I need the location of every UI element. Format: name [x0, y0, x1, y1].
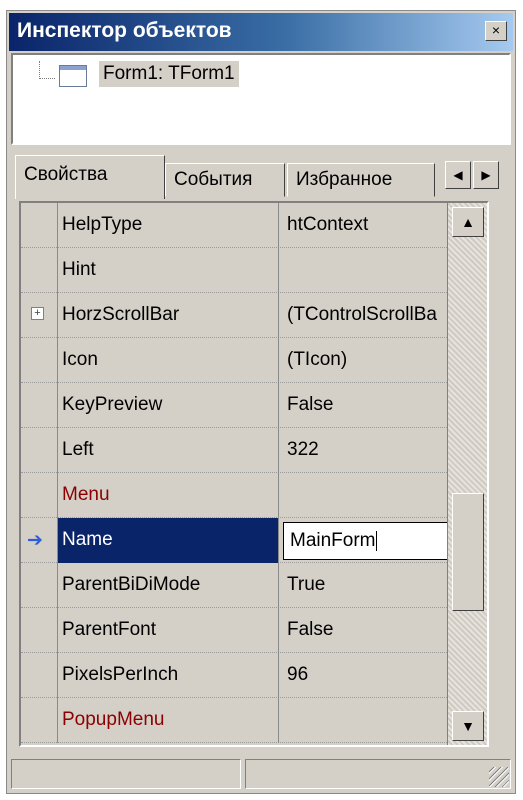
- scrollbar-thumb[interactable]: [452, 493, 484, 611]
- property-value[interactable]: [279, 473, 475, 518]
- expand-icon[interactable]: +: [31, 307, 44, 320]
- property-value[interactable]: True: [279, 563, 475, 608]
- property-value[interactable]: [279, 698, 475, 743]
- property-value-editor[interactable]: MainForm: [283, 522, 469, 560]
- property-name[interactable]: KeyPreview: [57, 383, 279, 428]
- property-value[interactable]: htContext: [279, 203, 475, 248]
- text-caret: [375, 530, 377, 551]
- object-inspector-window: Инспектор объектов × Form1: TForm1 Свойс…: [6, 10, 516, 794]
- tab-properties[interactable]: Свойства: [15, 155, 165, 199]
- component-tree[interactable]: Form1: TForm1: [11, 53, 511, 145]
- property-name[interactable]: Hint: [57, 248, 279, 293]
- tab-events[interactable]: События: [165, 163, 285, 197]
- vertical-scrollbar[interactable]: ▲ ▼: [447, 203, 487, 745]
- property-value[interactable]: [279, 248, 475, 293]
- scroll-down-button[interactable]: ▼: [452, 711, 484, 741]
- property-name[interactable]: Left: [57, 428, 279, 473]
- property-row-parentfont[interactable]: ParentFont False: [21, 608, 487, 653]
- property-value[interactable]: False: [279, 608, 475, 653]
- arrow-down-icon: ▼: [461, 718, 475, 734]
- property-row-menu[interactable]: Menu: [21, 473, 487, 518]
- property-row-icon[interactable]: Icon (TIcon): [21, 338, 487, 383]
- arrow-right-icon: ▶: [481, 168, 491, 182]
- property-name[interactable]: HorzScrollBar: [57, 293, 279, 338]
- property-value[interactable]: (TControlScrollBa: [279, 293, 475, 338]
- arrow-left-icon: ◀: [453, 168, 463, 182]
- property-name[interactable]: PopupMenu: [57, 698, 279, 743]
- status-pane-left: [11, 759, 241, 789]
- property-row-hint[interactable]: Hint: [21, 248, 487, 293]
- property-value[interactable]: 322: [279, 428, 475, 473]
- close-icon: ×: [491, 22, 501, 38]
- property-row-pixelsperinch[interactable]: PixelsPerInch 96: [21, 653, 487, 698]
- tab-scroll-left-button[interactable]: ◀: [445, 161, 471, 189]
- property-row-helptype[interactable]: HelpType htContext: [21, 203, 487, 248]
- title-bar[interactable]: Инспектор объектов ×: [9, 13, 513, 51]
- close-button[interactable]: ×: [485, 21, 507, 41]
- scroll-up-button[interactable]: ▲: [452, 207, 484, 237]
- tree-node-form1[interactable]: Form1: TForm1: [99, 61, 239, 87]
- form-icon: [59, 65, 87, 87]
- property-row-horzscrollbar[interactable]: + HorzScrollBar (TControlScrollBa: [21, 293, 487, 338]
- property-name[interactable]: HelpType: [57, 203, 279, 248]
- status-pane-right: [245, 759, 511, 789]
- status-bar: [11, 759, 511, 789]
- property-value[interactable]: (TIcon): [279, 338, 475, 383]
- arrow-up-icon: ▲: [461, 214, 475, 230]
- tab-favorites[interactable]: Избранное: [287, 163, 435, 197]
- property-name[interactable]: PixelsPerInch: [57, 653, 279, 698]
- window-title: Инспектор объектов: [17, 19, 232, 42]
- property-row-keypreview[interactable]: KeyPreview False: [21, 383, 487, 428]
- property-name[interactable]: Icon: [57, 338, 279, 383]
- property-grid: HelpType htContext Hint + HorzScrollBar …: [19, 201, 489, 747]
- property-row-parentbidimode[interactable]: ParentBiDiMode True: [21, 563, 487, 608]
- tab-scroll-right-button[interactable]: ▶: [473, 161, 499, 189]
- selected-row-arrow-icon: ➔: [27, 530, 43, 551]
- property-row-name[interactable]: ➔ Name MainForm: [21, 518, 487, 563]
- property-value[interactable]: 96: [279, 653, 475, 698]
- property-name[interactable]: Name: [57, 518, 279, 563]
- property-name[interactable]: ParentBiDiMode: [57, 563, 279, 608]
- tab-strip: Свойства События Избранное ◀ ▶: [11, 155, 511, 199]
- editor-text: MainForm: [290, 530, 376, 551]
- property-name[interactable]: ParentFont: [57, 608, 279, 653]
- resize-grip-icon[interactable]: [489, 767, 509, 787]
- property-row-left[interactable]: Left 322: [21, 428, 487, 473]
- property-value[interactable]: False: [279, 383, 475, 428]
- property-name[interactable]: Menu: [57, 473, 279, 518]
- property-row-popupmenu[interactable]: PopupMenu: [21, 698, 487, 743]
- tree-connector: [39, 61, 55, 79]
